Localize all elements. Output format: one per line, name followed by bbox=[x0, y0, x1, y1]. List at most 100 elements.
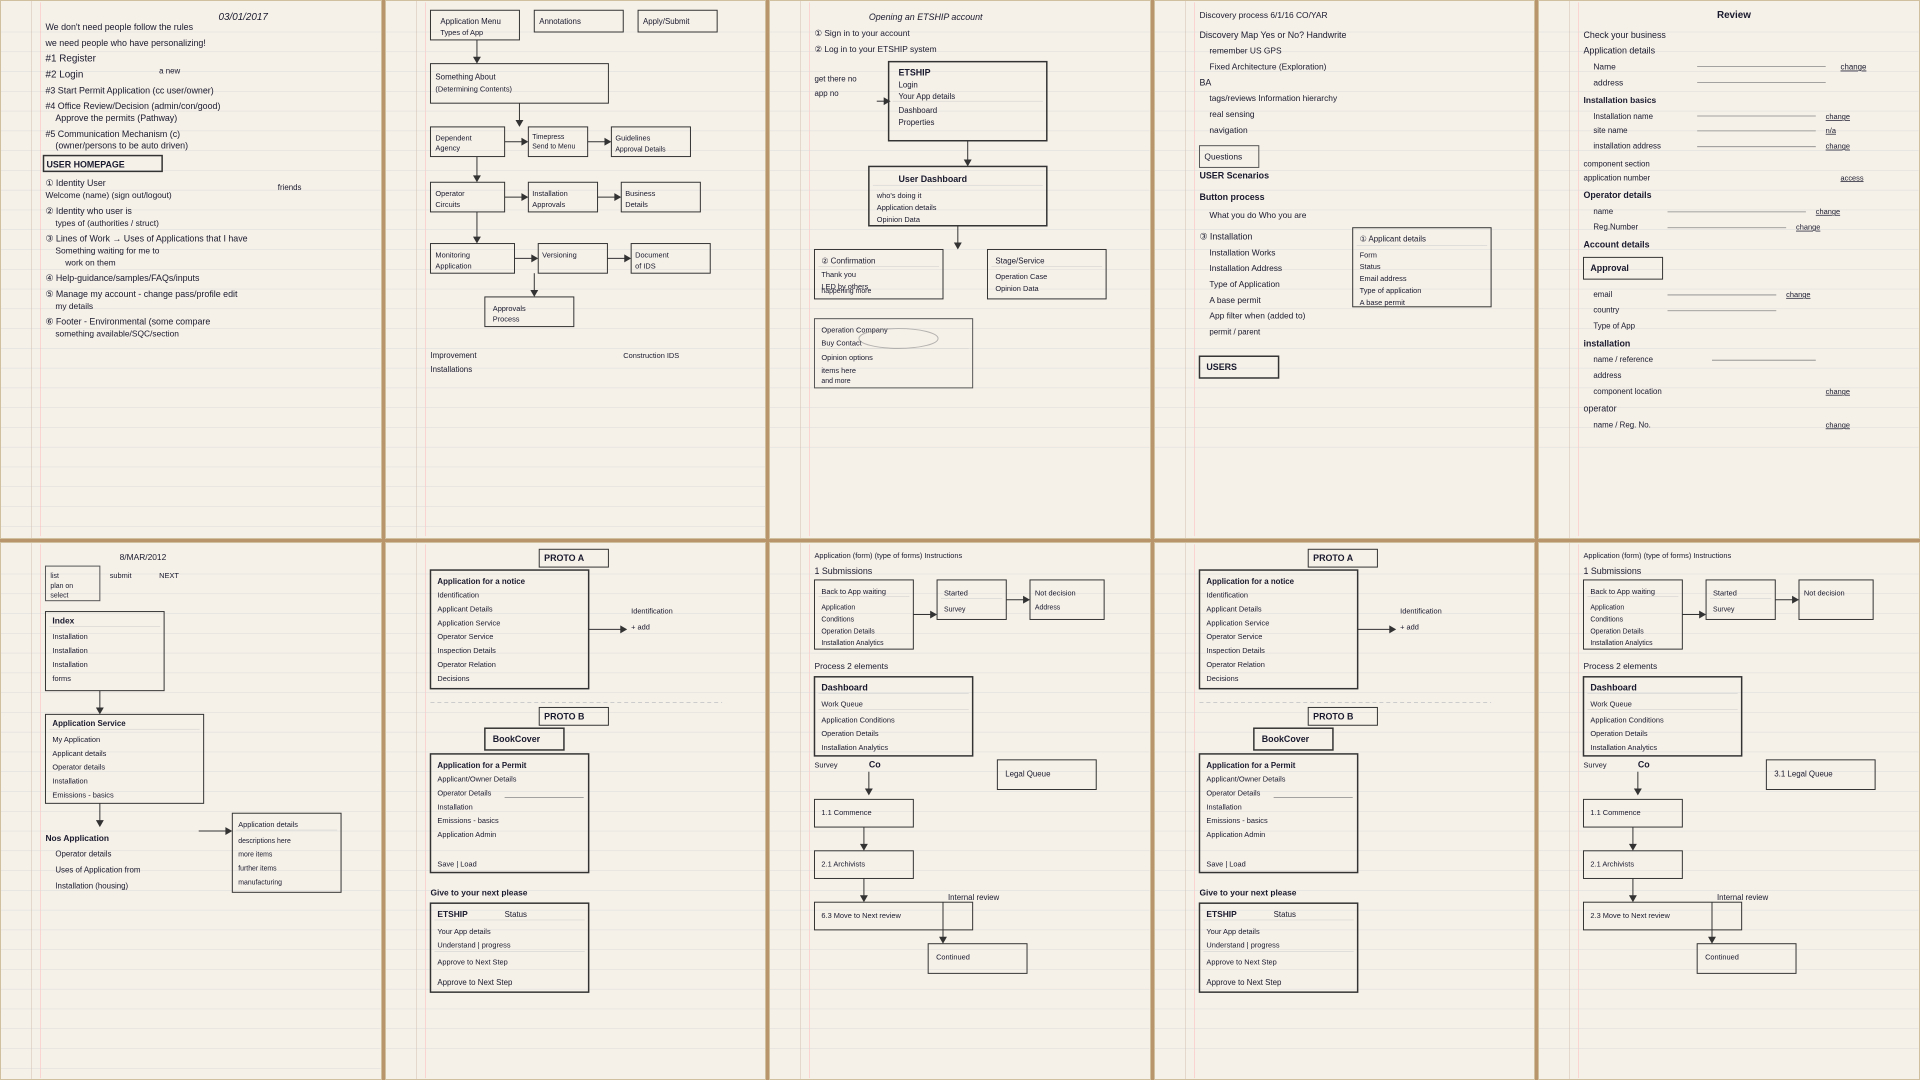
svg-text:email: email bbox=[1594, 290, 1613, 299]
svg-text:name: name bbox=[1594, 207, 1614, 216]
svg-text:Index: Index bbox=[52, 615, 74, 625]
svg-text:types of (authorities / struct: types of (authorities / struct) bbox=[55, 218, 159, 228]
svg-text:Type of application: Type of application bbox=[1359, 286, 1421, 295]
svg-text:Applicant Details: Applicant Details bbox=[1206, 604, 1261, 613]
svg-text:① Sign in to your account: ① Sign in to your account bbox=[815, 28, 911, 38]
svg-text:Operator details: Operator details bbox=[52, 762, 105, 771]
svg-text:User Dashboard: User Dashboard bbox=[899, 174, 968, 184]
svg-text:name / Reg. No.: name / Reg. No. bbox=[1594, 420, 1651, 429]
svg-text:Application: Application bbox=[822, 604, 856, 611]
svg-text:Login: Login bbox=[899, 80, 918, 89]
svg-text:Approve to Next Step: Approve to Next Step bbox=[1206, 978, 1282, 987]
svg-text:Operation Details: Operation Details bbox=[1591, 628, 1645, 635]
svg-text:1 Submissions: 1 Submissions bbox=[1584, 565, 1642, 575]
svg-text:Annotations: Annotations bbox=[539, 17, 581, 26]
svg-text:Improvement: Improvement bbox=[430, 351, 477, 360]
svg-text:Address: Address bbox=[1035, 604, 1061, 611]
svg-text:Started: Started bbox=[944, 588, 968, 597]
svg-text:Properties: Properties bbox=[899, 118, 935, 127]
svg-text:#3 Start Permit Application (: #3 Start Permit Application (cc user/own… bbox=[45, 85, 213, 95]
svg-text:USER HOMEPAGE: USER HOMEPAGE bbox=[46, 159, 124, 169]
svg-text:Operator Details: Operator Details bbox=[1206, 788, 1260, 797]
svg-text:Application Menu: Application Menu bbox=[440, 17, 501, 26]
svg-text:Welcome (name) (sign out/logou: Welcome (name) (sign out/logout) bbox=[45, 190, 171, 200]
svg-text:Application for a Permit: Application for a Permit bbox=[1206, 760, 1295, 769]
svg-text:Timepress: Timepress bbox=[532, 134, 565, 141]
svg-text:② Log in to your ETSHIP system: ② Log in to your ETSHIP system bbox=[815, 44, 937, 54]
svg-text:manufacturing: manufacturing bbox=[238, 879, 282, 886]
svg-text:⑥ Footer - Environmental (some: ⑥ Footer - Environmental (some compare bbox=[45, 317, 210, 327]
svg-text:happening more: happening more bbox=[822, 288, 872, 295]
svg-text:Application Admin: Application Admin bbox=[437, 829, 496, 838]
svg-text:of IDS: of IDS bbox=[635, 261, 656, 270]
svg-text:Dashboard: Dashboard bbox=[822, 682, 868, 692]
svg-text:Approve to Next Step: Approve to Next Step bbox=[437, 957, 507, 966]
svg-text:Understand | progress: Understand | progress bbox=[1206, 940, 1279, 949]
svg-text:Operator details: Operator details bbox=[55, 849, 111, 858]
svg-text:(Determining Contents): (Determining Contents) bbox=[435, 84, 512, 93]
svg-text:Questions: Questions bbox=[1204, 152, 1242, 162]
svg-text:tags/reviews Information hier: tags/reviews Information hierarchy bbox=[1209, 93, 1338, 103]
svg-text:Operator Service: Operator Service bbox=[437, 632, 493, 641]
svg-text:Approve to Next Step: Approve to Next Step bbox=[437, 978, 513, 987]
svg-text:Operator details: Operator details bbox=[1584, 190, 1652, 200]
svg-text:change: change bbox=[1826, 112, 1850, 121]
svg-text:Not decision: Not decision bbox=[1804, 588, 1845, 597]
svg-text:Installation: Installation bbox=[52, 632, 87, 641]
svg-text:Email address: Email address bbox=[1359, 274, 1406, 283]
svg-text:Fixed Architecture (Exploratio: Fixed Architecture (Exploration) bbox=[1209, 62, 1326, 72]
svg-text:we need people who have person: we need people who have personalizing! bbox=[44, 38, 205, 48]
svg-text:⑤ Manage my account - change p: ⑤ Manage my account - change pass/profil… bbox=[45, 289, 238, 299]
svg-text:PROTO A: PROTO A bbox=[544, 553, 585, 563]
svg-text:6.3 Move to Next review: 6.3 Move to Next review bbox=[822, 911, 902, 920]
svg-text:Apply/Submit: Apply/Submit bbox=[643, 17, 690, 26]
svg-text:1.1 Commence: 1.1 Commence bbox=[822, 808, 872, 817]
svg-text:Application Conditions: Application Conditions bbox=[822, 715, 896, 724]
svg-text:and more: and more bbox=[822, 378, 851, 385]
svg-text:Document: Document bbox=[635, 250, 669, 259]
svg-text:Installation Works: Installation Works bbox=[1209, 247, 1275, 257]
svg-text:Survey: Survey bbox=[815, 760, 838, 769]
svg-text:BookCover: BookCover bbox=[1262, 734, 1310, 744]
svg-text:Uses of Application from: Uses of Application from bbox=[55, 865, 141, 874]
svg-text:Construction IDS: Construction IDS bbox=[623, 351, 679, 360]
svg-text:Operation Case: Operation Case bbox=[996, 272, 1048, 281]
svg-text:Survey: Survey bbox=[1713, 606, 1735, 613]
svg-text:Type of App: Type of App bbox=[1594, 322, 1636, 331]
svg-text:My Application: My Application bbox=[52, 735, 100, 744]
notebook-page-6: 8/MAR/2012 list plan on select submit NE… bbox=[0, 542, 382, 1080]
svg-text:Installation Analytics: Installation Analytics bbox=[1591, 640, 1654, 647]
svg-text:change: change bbox=[1826, 420, 1850, 429]
svg-text:Emissions - basics: Emissions - basics bbox=[52, 790, 114, 799]
svg-text:Continued: Continued bbox=[1705, 952, 1739, 961]
svg-text:USER Scenarios: USER Scenarios bbox=[1199, 170, 1269, 180]
svg-text:Operation Details: Operation Details bbox=[822, 729, 880, 738]
svg-text:component location: component location bbox=[1594, 387, 1662, 396]
svg-text:Survey: Survey bbox=[944, 606, 966, 613]
svg-text:(owner/persons to be auto driv: (owner/persons to be auto driven) bbox=[55, 141, 188, 151]
svg-text:Circuits: Circuits bbox=[435, 200, 460, 209]
svg-text:+ add: + add bbox=[631, 622, 650, 631]
svg-text:Application for a notice: Application for a notice bbox=[1206, 576, 1294, 585]
svg-text:② Confirmation: ② Confirmation bbox=[822, 256, 876, 265]
svg-text:my details: my details bbox=[55, 301, 93, 311]
svg-text:Business: Business bbox=[625, 189, 655, 198]
svg-text:n/a: n/a bbox=[1826, 126, 1837, 135]
svg-text:1.1 Commence: 1.1 Commence bbox=[1591, 808, 1641, 817]
svg-text:Type of Application: Type of Application bbox=[1209, 279, 1280, 289]
notebook-page-8: Application (form) (type of forms) Instr… bbox=[769, 542, 1151, 1080]
svg-text:Internal review: Internal review bbox=[1717, 893, 1769, 902]
svg-text:Continued: Continued bbox=[936, 952, 970, 961]
svg-text:name / reference: name / reference bbox=[1594, 355, 1654, 364]
svg-text:2.1 Archivists: 2.1 Archivists bbox=[822, 859, 866, 868]
svg-text:PROTO B: PROTO B bbox=[544, 711, 584, 721]
svg-text:Approval Details: Approval Details bbox=[615, 147, 666, 154]
svg-text:Monitoring: Monitoring bbox=[435, 250, 470, 259]
svg-text:Form: Form bbox=[1359, 250, 1376, 259]
svg-text:Installation basics: Installation basics bbox=[1584, 95, 1657, 105]
svg-text:Operation Details: Operation Details bbox=[822, 628, 876, 635]
svg-text:Give to your next please: Give to your next please bbox=[430, 887, 527, 897]
svg-text:Inspection Details: Inspection Details bbox=[437, 646, 496, 655]
svg-text:PROTO A: PROTO A bbox=[1313, 553, 1354, 563]
svg-text:Co: Co bbox=[869, 759, 881, 769]
